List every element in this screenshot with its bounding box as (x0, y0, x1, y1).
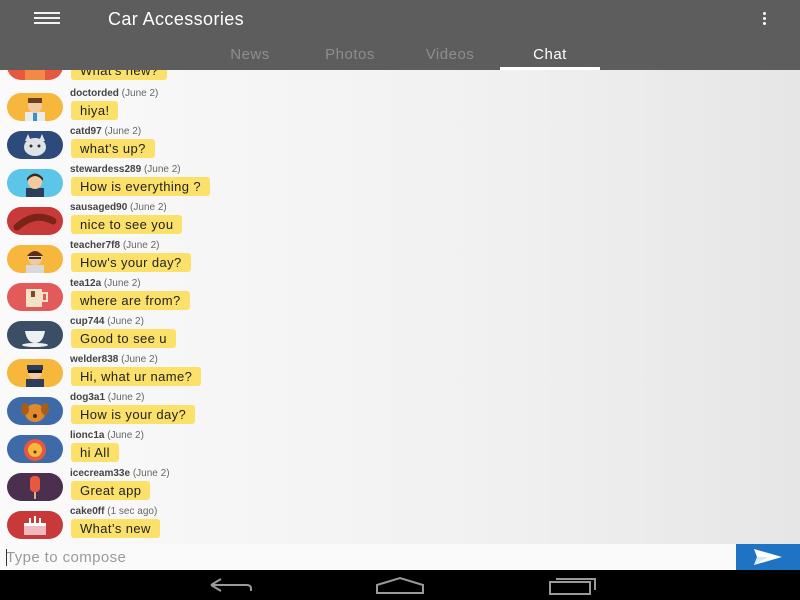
chat-message: cup744 (June 2) Good to see u (0, 316, 800, 354)
username: catd97 (70, 126, 102, 137)
timestamp: (1 sec ago) (107, 506, 158, 517)
timestamp: (June 2) (143, 164, 181, 175)
tea-avatar-icon[interactable] (7, 283, 63, 311)
teacher-avatar-icon[interactable] (7, 245, 63, 273)
timestamp: (June 2) (103, 278, 141, 289)
message-bubble: What's new? (71, 70, 168, 80)
chat-message: doctorded (June 2) hiya! (0, 88, 800, 126)
cake-avatar-icon[interactable] (7, 511, 63, 539)
lion-avatar-icon[interactable] (7, 435, 63, 463)
more-vert-icon[interactable] (760, 12, 768, 28)
tab-news[interactable]: News (200, 40, 300, 70)
message-bubble: Hi, what ur name? (71, 367, 202, 386)
username: cup744 (70, 316, 105, 327)
text-caret (6, 549, 7, 566)
hamburger-menu-icon[interactable] (34, 12, 62, 30)
timestamp: (June 2) (130, 202, 167, 213)
username: cake0ff (70, 506, 105, 517)
cup-avatar-icon[interactable] (7, 321, 63, 349)
orange-avatar-icon (7, 70, 63, 80)
username: icecream33e (70, 468, 131, 479)
message-bubble: hiya! (71, 101, 119, 120)
message-bubble: What's new (71, 519, 160, 538)
tab-bar: News Photos Videos Chat (200, 40, 600, 70)
back-icon[interactable] (205, 575, 255, 597)
doctor-avatar-icon[interactable] (7, 93, 63, 121)
chat-message: dog3a1 (June 2) How is your day? (0, 392, 800, 430)
username: lionc1a (70, 430, 105, 441)
username: dog3a1 (70, 392, 106, 403)
tab-chat[interactable]: Chat (500, 40, 600, 70)
username: teacher7f8 (70, 240, 121, 251)
chat-message: lionc1a (June 2) hi All (0, 430, 800, 468)
timestamp: (June 2) (107, 430, 144, 441)
tab-videos[interactable]: Videos (400, 40, 500, 70)
chat-message: tea12a (June 2) where are from? (0, 278, 800, 316)
compose-bar (0, 544, 800, 570)
app-bar: Car Accessories News Photos Videos Chat (0, 0, 800, 70)
username: tea12a (70, 278, 102, 289)
chat-message: cake0ff (1 sec ago) What's new (0, 506, 800, 544)
chat-message: icecream33e (June 2) Great app (0, 468, 800, 506)
chat-message: teacher7f8 (June 2) How's your day? (0, 240, 800, 278)
message-bubble: How is everything ? (71, 177, 211, 196)
message-bubble: How's your day? (71, 253, 191, 272)
home-icon[interactable] (375, 575, 425, 597)
stewardess-avatar-icon[interactable] (7, 169, 63, 197)
timestamp: (June 2) (121, 88, 159, 99)
dog-avatar-icon[interactable] (7, 397, 63, 425)
send-button[interactable] (736, 544, 800, 570)
send-icon (754, 549, 782, 565)
timestamp: (June 2) (107, 316, 144, 327)
recents-icon[interactable] (548, 575, 598, 597)
welder-avatar-icon[interactable] (7, 359, 63, 387)
chat-message: sausaged90 (June 2) nice to see you (0, 202, 800, 240)
timestamp: (June 2) (121, 354, 158, 365)
chat-message: welder838 (June 2) Hi, what ur name? (0, 354, 800, 392)
chat-message: stewardess289 (June 2) How is everything… (0, 164, 800, 202)
message-bubble: what's up? (71, 139, 155, 158)
timestamp: (June 2) (104, 126, 142, 137)
timestamp: (June 2) (132, 468, 170, 479)
message-bubble: nice to see you (71, 215, 183, 234)
chat-list[interactable]: What's new? doctorded (June 2) hiya! cat… (0, 70, 800, 544)
app-title: Car Accessories (108, 9, 245, 29)
tab-photos[interactable]: Photos (300, 40, 400, 70)
cat-avatar-icon[interactable] (7, 131, 63, 159)
compose-input[interactable] (6, 546, 732, 568)
timestamp: (June 2) (107, 392, 145, 403)
username: sausaged90 (70, 202, 128, 213)
system-nav-bar (0, 570, 800, 600)
message-bubble: Great app (71, 481, 151, 500)
username: doctorded (70, 88, 119, 99)
icecream-avatar-icon[interactable] (7, 473, 63, 501)
username: stewardess289 (70, 164, 142, 175)
message-bubble: where are from? (71, 291, 190, 310)
message-bubble: How is your day? (71, 405, 196, 424)
username: welder838 (70, 354, 119, 365)
message-bubble: hi All (71, 443, 119, 462)
chat-message: catd97 (June 2) what's up? (0, 126, 800, 164)
chat-message-partial: What's new? (0, 70, 800, 80)
sausage-avatar-icon[interactable] (7, 207, 63, 235)
timestamp: (June 2) (122, 240, 160, 251)
message-bubble: Good to see u (71, 329, 176, 348)
